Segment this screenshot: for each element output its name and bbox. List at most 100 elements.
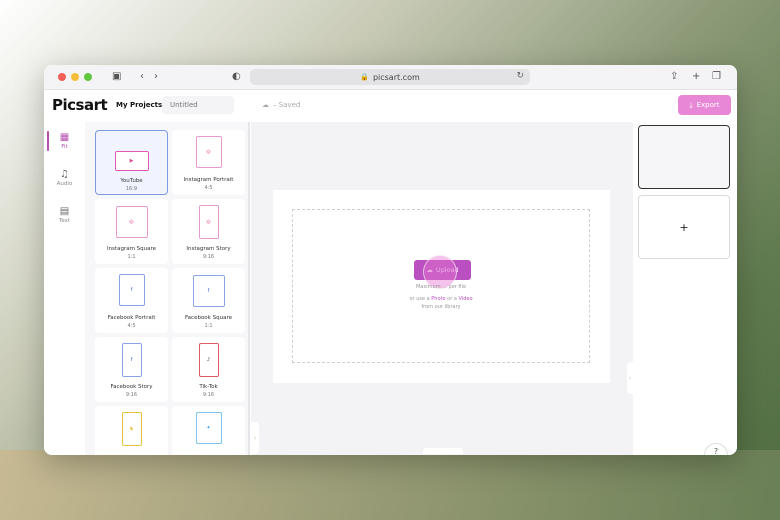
address-bar[interactable]: 🔒 picsart.com ↻ (250, 69, 530, 85)
template-thumbnail: ◎ (198, 205, 219, 239)
sidebar-item-audio[interactable]: ♫ Audio (44, 169, 85, 187)
template-name: YouTube (120, 178, 143, 184)
library-hint: or use a Photo or a Video (293, 296, 589, 302)
cloud-icon: ☁ (262, 101, 269, 109)
template-card-twitter[interactable]: ✦ (172, 406, 245, 455)
template-card-facebook-story[interactable]: f Facebook Story 9:16 (95, 337, 168, 402)
image-icon: ▦ (59, 132, 70, 143)
snapchat-icon: ♞ (129, 425, 134, 432)
template-thumbnail: ▶ (114, 151, 149, 171)
instagram-icon: ◎ (206, 218, 211, 225)
project-title-input[interactable] (162, 96, 234, 114)
browser-window: ▣ ‹ › ◐ 🔒 picsart.com ↻ ⇪ + ❐ Picsart My… (44, 65, 737, 455)
share-icon[interactable]: ⇪ (670, 70, 678, 84)
photo-link[interactable]: Photo (431, 296, 445, 302)
shield-icon[interactable]: ◐ (232, 70, 241, 84)
browser-toolbar: ▣ ‹ › ◐ 🔒 picsart.com ↻ ⇪ + ❐ (44, 65, 737, 90)
artboard[interactable]: ☁ Upload Maximum ... per file or use a P… (273, 190, 610, 383)
maximize-window-button[interactable] (84, 73, 92, 81)
add-page-button[interactable]: + (638, 195, 730, 259)
template-ratio: 4:5 (204, 185, 213, 191)
template-name: Instagram Story (186, 246, 231, 252)
youtube-icon: ▶ (129, 157, 134, 164)
new-tab-icon[interactable]: + (692, 70, 700, 84)
video-link[interactable]: Video (459, 296, 473, 302)
upload-dropzone[interactable]: ☁ Upload Maximum ... per file or use a P… (292, 209, 590, 363)
sidebar-item-label: Audio (56, 181, 73, 187)
template-card-instagram-portrait[interactable]: ◎ Instagram Portrait 4:5 (172, 130, 245, 195)
upload-hint: Maximum ... per file (415, 284, 467, 290)
template-thumbnail: f (118, 274, 145, 306)
sidebar-item-label: Fit (61, 144, 68, 150)
app-header: Picsart My Projects ☁ – Saved ⤓ Export (44, 90, 737, 121)
tool-sidebar: ▦ Fit ♫ Audio ▤ Text (44, 122, 86, 455)
download-icon: ⤓ (689, 100, 693, 109)
twitter-icon: ✦ (206, 424, 211, 431)
url-text: picsart.com (372, 72, 420, 82)
desktop-background (0, 450, 780, 520)
sidebar-item-text[interactable]: ▤ Text (44, 206, 85, 224)
library-hint-prefix: or use a (409, 296, 432, 302)
template-thumbnail: ◎ (115, 206, 148, 238)
template-ratio: 1:1 (127, 254, 136, 260)
template-name: Instagram Square (106, 246, 157, 252)
save-status-text: – Saved (273, 101, 301, 109)
library-hint-mid: or a (445, 296, 459, 302)
template-thumbnail: ♞ (121, 412, 142, 446)
instagram-icon: ◎ (129, 218, 134, 225)
template-name: Facebook Square (185, 315, 232, 321)
template-panel: ▶ YouTube 16:9 ◎ Instagram Portrait 4:5 … (85, 122, 250, 455)
export-button[interactable]: ⤓ Export (678, 95, 731, 115)
forward-arrow-icon[interactable]: › (154, 70, 158, 84)
template-name: Tik-Tok (199, 384, 218, 390)
template-card-instagram-story[interactable]: ◎ Instagram Story 9:16 (172, 199, 245, 264)
sidebar-toggle-icon[interactable]: ▣ (112, 70, 121, 84)
panel-scrollbar[interactable] (248, 122, 250, 455)
tiktok-icon: ♪ (206, 356, 211, 363)
template-ratio: 9:16 (202, 392, 215, 398)
template-thumbnail: ◎ (195, 136, 222, 168)
facebook-icon: f (130, 286, 133, 293)
facebook-icon: f (207, 287, 210, 294)
lock-icon: 🔒 (360, 73, 369, 81)
sidebar-item-fit[interactable]: ▦ Fit (44, 132, 85, 150)
template-name: Facebook Story (110, 384, 153, 390)
close-window-button[interactable] (58, 73, 66, 81)
tabs-overview-icon[interactable]: ❐ (712, 70, 721, 84)
library-hint-suffix: from our library (421, 304, 461, 310)
template-thumbnail: ✦ (195, 412, 222, 444)
save-status: ☁ – Saved (262, 101, 300, 109)
template-name: Facebook Portrait (107, 315, 156, 321)
template-thumbnail: f (192, 275, 225, 307)
sidebar-item-label: Text (58, 218, 71, 224)
template-card-instagram-square[interactable]: ◎ Instagram Square 1:1 (95, 199, 168, 264)
picsart-logo[interactable]: Picsart (52, 96, 108, 114)
instagram-icon: ◎ (206, 148, 211, 155)
template-card-youtube[interactable]: ▶ YouTube 16:9 (95, 130, 168, 195)
pages-panel: + (633, 122, 737, 455)
template-ratio: 1:1 (204, 323, 213, 329)
export-label: Export (696, 101, 720, 109)
reload-icon[interactable]: ↻ (516, 71, 524, 81)
template-ratio: 9:16 (125, 392, 138, 398)
timeline-handle[interactable] (423, 448, 463, 454)
canvas-area: ☁ Upload Maximum ... per file or use a P… (251, 122, 633, 455)
music-note-icon: ♫ (60, 169, 69, 180)
template-thumbnail: f (121, 343, 142, 377)
template-card-facebook-portrait[interactable]: f Facebook Portrait 4:5 (95, 268, 168, 333)
collapse-panel-handle[interactable]: ‹ (251, 422, 259, 454)
template-ratio: 16:9 (125, 186, 138, 192)
back-arrow-icon[interactable]: ‹ (140, 70, 144, 84)
facebook-icon: f (130, 356, 133, 363)
minimize-window-button[interactable] (71, 73, 79, 81)
template-name: Instagram Portrait (183, 177, 234, 183)
template-ratio: 4:5 (127, 323, 136, 329)
template-card-facebook-square[interactable]: f Facebook Square 1:1 (172, 268, 245, 333)
text-icon: ▤ (59, 206, 70, 217)
template-thumbnail: ♪ (198, 343, 219, 377)
page-thumbnail[interactable] (638, 125, 730, 189)
my-projects-link[interactable]: My Projects (116, 101, 162, 109)
template-card-snapchat[interactable]: ♞ (95, 406, 168, 455)
template-card-tik-tok[interactable]: ♪ Tik-Tok 9:16 (172, 337, 245, 402)
template-ratio: 9:16 (202, 254, 215, 260)
